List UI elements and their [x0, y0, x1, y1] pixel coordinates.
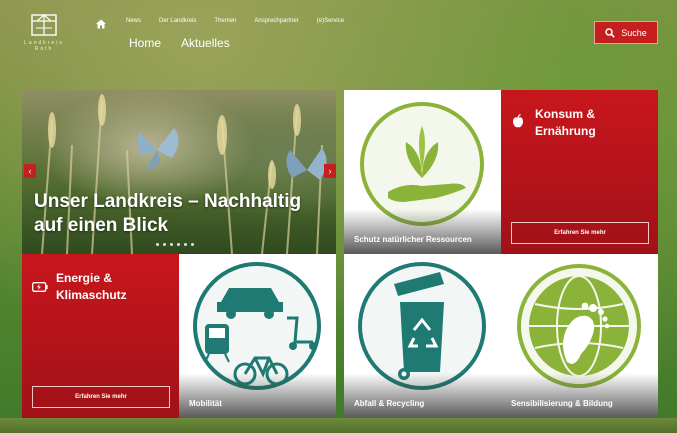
caption-shade: [501, 373, 658, 418]
home-icon[interactable]: [95, 18, 107, 30]
hero-slider[interactable]: Unser Landkreis – Nachhaltig auf einen B…: [22, 90, 336, 254]
battery-icon: [32, 282, 48, 292]
slider-dot[interactable]: [170, 243, 173, 246]
tile-bildung[interactable]: Sensibilisierung & Bildung: [501, 254, 658, 418]
nav-news[interactable]: News: [126, 18, 141, 24]
apple-icon: [513, 114, 523, 128]
site-header: Landkreis Roth News Der Landkreis Themen…: [0, 0, 677, 88]
slider-next-button[interactable]: ›: [324, 164, 336, 178]
search-button[interactable]: Suche: [594, 21, 658, 44]
hero-title[interactable]: Unser Landkreis – Nachhaltig auf einen B…: [34, 190, 334, 238]
slider-dot[interactable]: [163, 243, 166, 246]
tile-ressourcen[interactable]: Schutz natürlicher Ressourcen: [344, 90, 501, 254]
tile-energie-title[interactable]: Energie & Klimaschutz: [56, 270, 171, 304]
nav-ansprechpartner[interactable]: Ansprechpartner: [254, 18, 298, 24]
background-footer-area: [0, 418, 677, 433]
tile-abfall[interactable]: Abfall & Recycling: [344, 254, 501, 418]
slider-pagination[interactable]: [156, 243, 194, 246]
tile-mobilitaet-caption[interactable]: Mobilität: [189, 399, 222, 408]
nav-themen[interactable]: Themen: [214, 18, 236, 24]
butterfly-left: [137, 128, 179, 169]
nav-aktuelles[interactable]: Aktuelles: [181, 36, 230, 50]
nav-eservice[interactable]: (e)Service: [317, 18, 344, 24]
search-icon: [605, 27, 616, 38]
logo-emblem-icon: [31, 14, 57, 36]
logo-text: Landkreis Roth: [24, 40, 64, 52]
slider-dot[interactable]: [156, 243, 159, 246]
nav-home[interactable]: Home: [129, 36, 161, 50]
slider-dot[interactable]: [184, 243, 187, 246]
tile-mobilitaet[interactable]: Mobilität: [179, 254, 336, 418]
tile-energie[interactable]: Energie & Klimaschutz Erfahren Sie mehr: [22, 254, 179, 418]
slider-dot[interactable]: [177, 243, 180, 246]
energie-more-button[interactable]: Erfahren Sie mehr: [32, 386, 170, 408]
tile-bildung-caption[interactable]: Sensibilisierung & Bildung: [511, 399, 613, 408]
tile-ressourcen-caption[interactable]: Schutz natürlicher Ressourcen: [354, 235, 472, 244]
site-logo[interactable]: Landkreis Roth: [22, 12, 66, 52]
nav-der-landkreis[interactable]: Der Landkreis: [159, 18, 196, 24]
search-label: Suche: [621, 27, 647, 38]
breadcrumb-nav: Home Aktuelles: [129, 36, 230, 50]
caption-shade: [344, 373, 501, 418]
caption-shade: [179, 373, 336, 418]
slider-prev-button[interactable]: ‹: [24, 164, 36, 178]
konsum-more-button[interactable]: Erfahren Sie mehr: [511, 222, 649, 244]
slider-dot[interactable]: [191, 243, 194, 246]
butterfly-right: [286, 148, 327, 180]
caption-shade: [344, 209, 501, 254]
tile-konsum[interactable]: Konsum & Ernährung Erfahren Sie mehr: [501, 90, 658, 254]
tile-konsum-title[interactable]: Konsum & Ernährung: [535, 106, 645, 140]
tile-abfall-caption[interactable]: Abfall & Recycling: [354, 399, 424, 408]
top-navigation: News Der Landkreis Themen Ansprechpartne…: [126, 18, 362, 24]
